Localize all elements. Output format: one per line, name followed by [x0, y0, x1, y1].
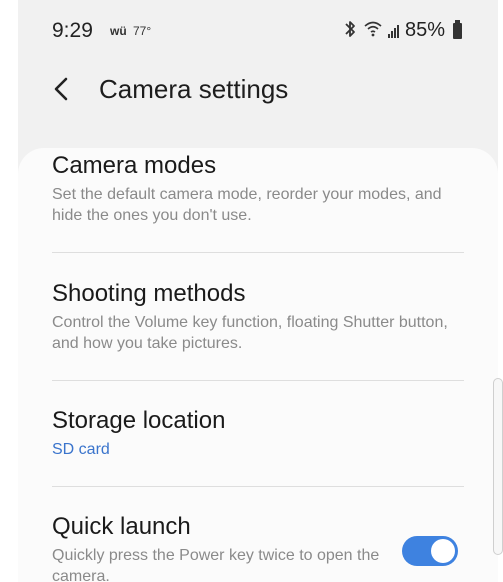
setting-title: Storage location	[52, 407, 226, 434]
notification-icon: wü	[110, 24, 127, 38]
status-bar: 9:29 wü 77° 85%	[18, 0, 498, 60]
setting-shooting-methods[interactable]: Shooting methods Control the Volume key …	[52, 280, 464, 354]
signal-icon	[387, 24, 399, 38]
app-header: Camera settings	[18, 62, 498, 122]
chevron-left-icon	[54, 77, 68, 101]
setting-description: Quickly press the Power key twice to ope…	[52, 547, 380, 582]
divider	[52, 486, 464, 487]
setting-title: Quick launch	[52, 513, 191, 540]
quick-launch-toggle[interactable]	[402, 536, 458, 566]
status-temperature: 77°	[133, 24, 152, 38]
status-icons: 85%	[342, 19, 462, 42]
setting-description: Control the Volume key function, floatin…	[52, 314, 448, 352]
setting-title: Camera modes	[52, 152, 217, 179]
setting-title: Shooting methods	[52, 280, 246, 307]
divider	[52, 252, 464, 253]
divider	[52, 380, 464, 381]
battery-icon	[453, 19, 462, 39]
setting-quick-launch[interactable]: Quick launch Quickly press the Power key…	[52, 513, 388, 582]
wifi-icon	[364, 21, 382, 40]
setting-description: Set the default camera mode, reorder you…	[52, 186, 442, 224]
toggle-knob	[431, 539, 455, 563]
battery-percent: 85%	[404, 19, 445, 41]
setting-value: SD card	[52, 441, 110, 458]
setting-camera-modes[interactable]: Camera modes Set the default camera mode…	[52, 152, 464, 226]
scrollbar[interactable]	[493, 378, 503, 555]
phone-screen: 9:29 wü 77° 85% Camera settings Camera m…	[18, 0, 498, 582]
bluetooth-icon	[342, 20, 358, 41]
back-button[interactable]	[48, 72, 78, 106]
setting-storage-location[interactable]: Storage location SD card	[52, 407, 464, 459]
page-title: Camera settings	[99, 74, 289, 104]
status-time: 9:29	[52, 19, 93, 42]
